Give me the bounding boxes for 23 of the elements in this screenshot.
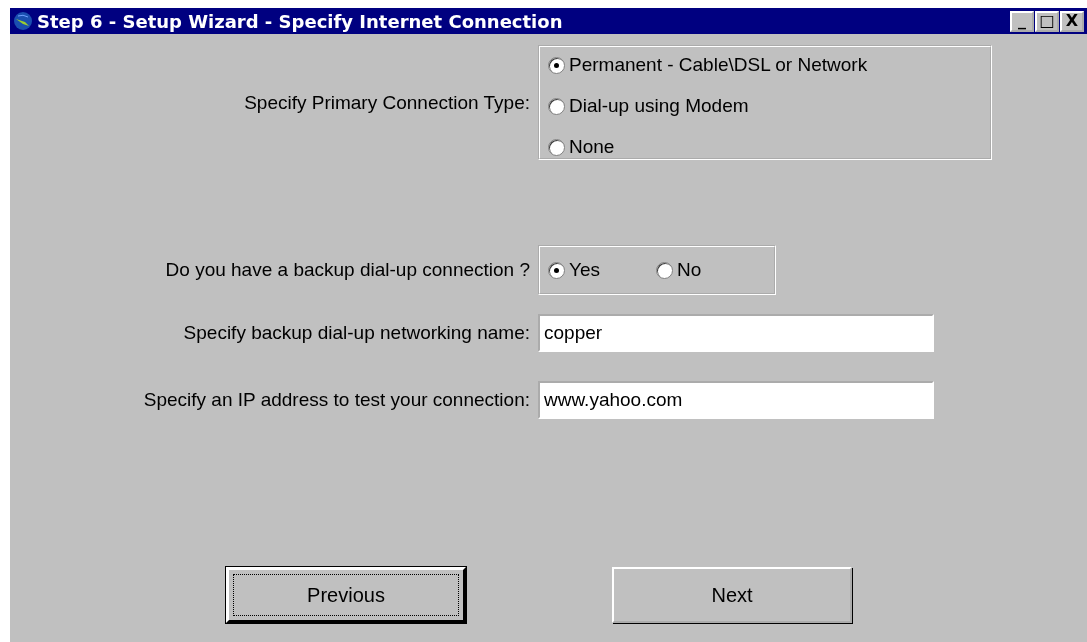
radio-icon[interactable] [656, 261, 673, 279]
radio-option[interactable]: Yes [548, 259, 600, 281]
text-field[interactable]: www.yahoo.com [538, 381, 934, 419]
next-button[interactable]: Next [612, 567, 852, 623]
radio-option[interactable]: Dial-up using Modem [548, 95, 982, 117]
radio-icon[interactable] [548, 97, 565, 115]
radio-option[interactable]: Permanent - Cable\DSL or Network [548, 54, 982, 76]
radio-icon[interactable] [548, 261, 565, 279]
field-label: Do you have a backup dial-up connection ? [164, 259, 531, 281]
field-label: Specify an IP address to test your connection: [142, 389, 531, 411]
radio-icon[interactable] [548, 138, 565, 156]
text-field[interactable]: copper [538, 314, 934, 352]
minimize-button[interactable]: _ [1010, 10, 1034, 32]
radio-icon[interactable] [548, 56, 565, 74]
radio-option[interactable]: No [656, 259, 702, 281]
field-label: Specify Primary Connection Type: [243, 91, 531, 114]
field-label: Specify backup dial-up networking name: [182, 322, 531, 344]
maximize-button[interactable]: □ [1035, 10, 1059, 32]
window-title: Step 6 - Setup Wizard - Specify Internet Connection [37, 10, 564, 32]
close-button[interactable]: X [1060, 10, 1084, 32]
globe-icon [13, 11, 33, 31]
radio-option[interactable]: None [548, 136, 982, 158]
previous-button[interactable]: Previous [226, 567, 466, 623]
